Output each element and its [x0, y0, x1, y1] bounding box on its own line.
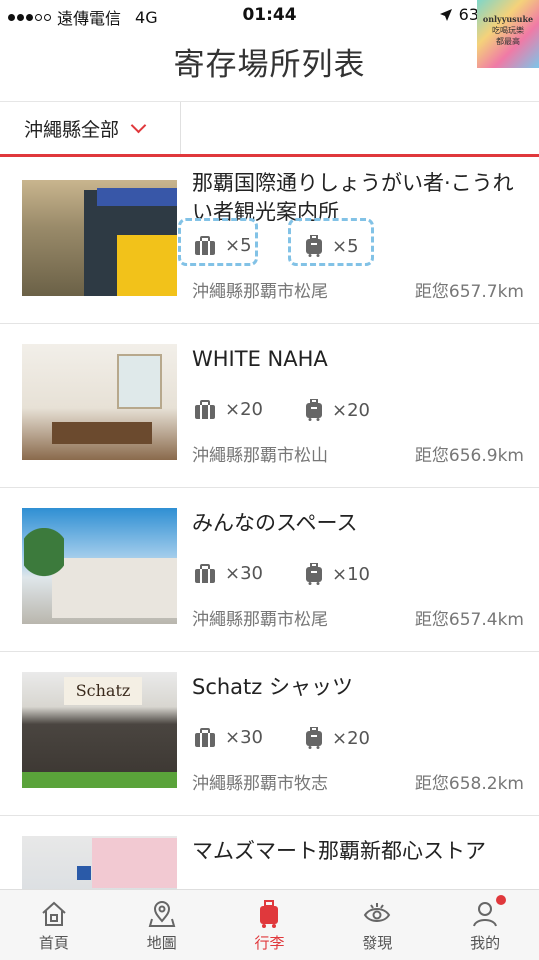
location-name: みんなのスペース: [192, 511, 358, 535]
location-photo: [22, 180, 177, 296]
location-address: 沖繩縣那覇市松山: [192, 446, 328, 466]
list-item[interactable]: 那覇国際通りしょうがい者·こうれい者観光案内所 ×5 ×5 沖繩縣那覇市松尾 距…: [0, 160, 539, 324]
tab-profile-label: 我的: [470, 934, 501, 952]
bag-capacity: ×5: [194, 235, 252, 256]
filter-bar: 沖繩縣全部: [0, 101, 539, 157]
location-arrow-icon: [439, 8, 452, 21]
suitcase-capacity: ×5: [305, 235, 359, 257]
chevron-down-icon: [130, 117, 147, 133]
tab-home[interactable]: 首頁: [0, 890, 108, 960]
status-bar: 遠傳電信 4G 01:44 63: [0, 0, 539, 30]
bag-capacity: ×30: [194, 563, 263, 584]
shop-signboard: Schatz: [64, 677, 142, 705]
list-item[interactable]: WHITE NAHA ×20 ×20 沖繩縣那覇市松山 距您656.9km: [0, 324, 539, 488]
battery-percent: 63: [458, 5, 479, 24]
tab-map[interactable]: 地圖: [108, 890, 216, 960]
status-right: 63: [439, 5, 479, 24]
suitcase-count: ×20: [332, 399, 370, 421]
page-header: 寄存場所列表: [0, 38, 539, 98]
suitcase-icon: [306, 563, 322, 585]
bag-icon: [195, 235, 215, 255]
map-pin-icon: [148, 901, 176, 927]
bag-count: ×20: [225, 399, 263, 420]
suitcase-icon: [306, 235, 322, 257]
location-name: Schatz シャッツ: [192, 675, 353, 699]
location-photo: [22, 344, 177, 460]
list-item[interactable]: Schatz Schatz シャッツ ×30 ×20 沖繩縣那覇市牧志 距您65…: [0, 652, 539, 816]
notification-badge: [496, 895, 507, 905]
bag-count: ×30: [225, 563, 263, 584]
location-photo: Schatz: [22, 672, 177, 788]
tab-discover[interactable]: 發現: [323, 890, 431, 960]
list-item[interactable]: みんなのスペース ×30 ×10 沖繩縣那覇市松尾 距您657.4km: [0, 488, 539, 652]
bag-count: ×30: [225, 727, 263, 748]
tab-map-label: 地圖: [146, 934, 177, 952]
tab-profile[interactable]: 我的: [431, 890, 539, 960]
suitcase-capacity: ×20: [305, 399, 370, 421]
home-icon: [42, 901, 66, 926]
location-distance: 距您656.9km: [414, 446, 524, 466]
location-address: 沖繩縣那覇市牧志: [192, 774, 328, 794]
bag-capacity: ×20: [194, 399, 263, 420]
location-name: WHITE NAHA: [192, 347, 328, 371]
eye-icon: [364, 903, 391, 922]
region-filter-label: 沖繩縣全部: [24, 118, 120, 141]
tab-luggage[interactable]: 行李: [216, 890, 324, 960]
region-filter-dropdown[interactable]: 沖繩縣全部: [0, 102, 181, 154]
location-distance: 距您658.2km: [414, 774, 524, 794]
tab-discover-label: 發現: [362, 934, 393, 952]
user-icon: [473, 902, 498, 927]
location-distance: 距您657.7km: [414, 282, 524, 302]
luggage-icon: [260, 900, 279, 928]
bag-capacity: ×30: [194, 727, 263, 748]
bag-icon: [195, 399, 215, 419]
location-photo: [22, 508, 177, 624]
tab-home-label: 首頁: [38, 934, 69, 952]
page-title: 寄存場所列表: [173, 47, 366, 83]
location-distance: 距您657.4km: [414, 610, 524, 630]
location-name: マムズマート那覇新都心ストア: [192, 839, 486, 863]
sticker-line-2: 吃喝玩樂: [492, 26, 524, 35]
bag-icon: [195, 727, 215, 747]
location-address: 沖繩縣那覇市松尾: [192, 610, 328, 630]
tab-luggage-label: 行李: [254, 934, 285, 952]
sticker-line-1: onlyyusuke: [482, 14, 534, 24]
suitcase-count: ×20: [332, 727, 370, 749]
suitcase-capacity: ×20: [305, 727, 370, 749]
location-address: 沖繩縣那覇市松尾: [192, 282, 328, 302]
suitcase-icon: [306, 727, 322, 749]
suitcase-icon: [306, 399, 322, 421]
storage-location-list: 那覇国際通りしょうがい者·こうれい者観光案内所 ×5 ×5 沖繩縣那覇市松尾 距…: [0, 160, 539, 960]
bottom-tab-bar: 首頁 地圖 行李 發現 我的: [0, 889, 539, 960]
suitcase-capacity: ×10: [305, 563, 370, 585]
suitcase-count: ×10: [332, 563, 370, 585]
bag-icon: [195, 563, 215, 583]
bag-count: ×5: [225, 235, 252, 256]
suitcase-count: ×5: [332, 235, 359, 257]
